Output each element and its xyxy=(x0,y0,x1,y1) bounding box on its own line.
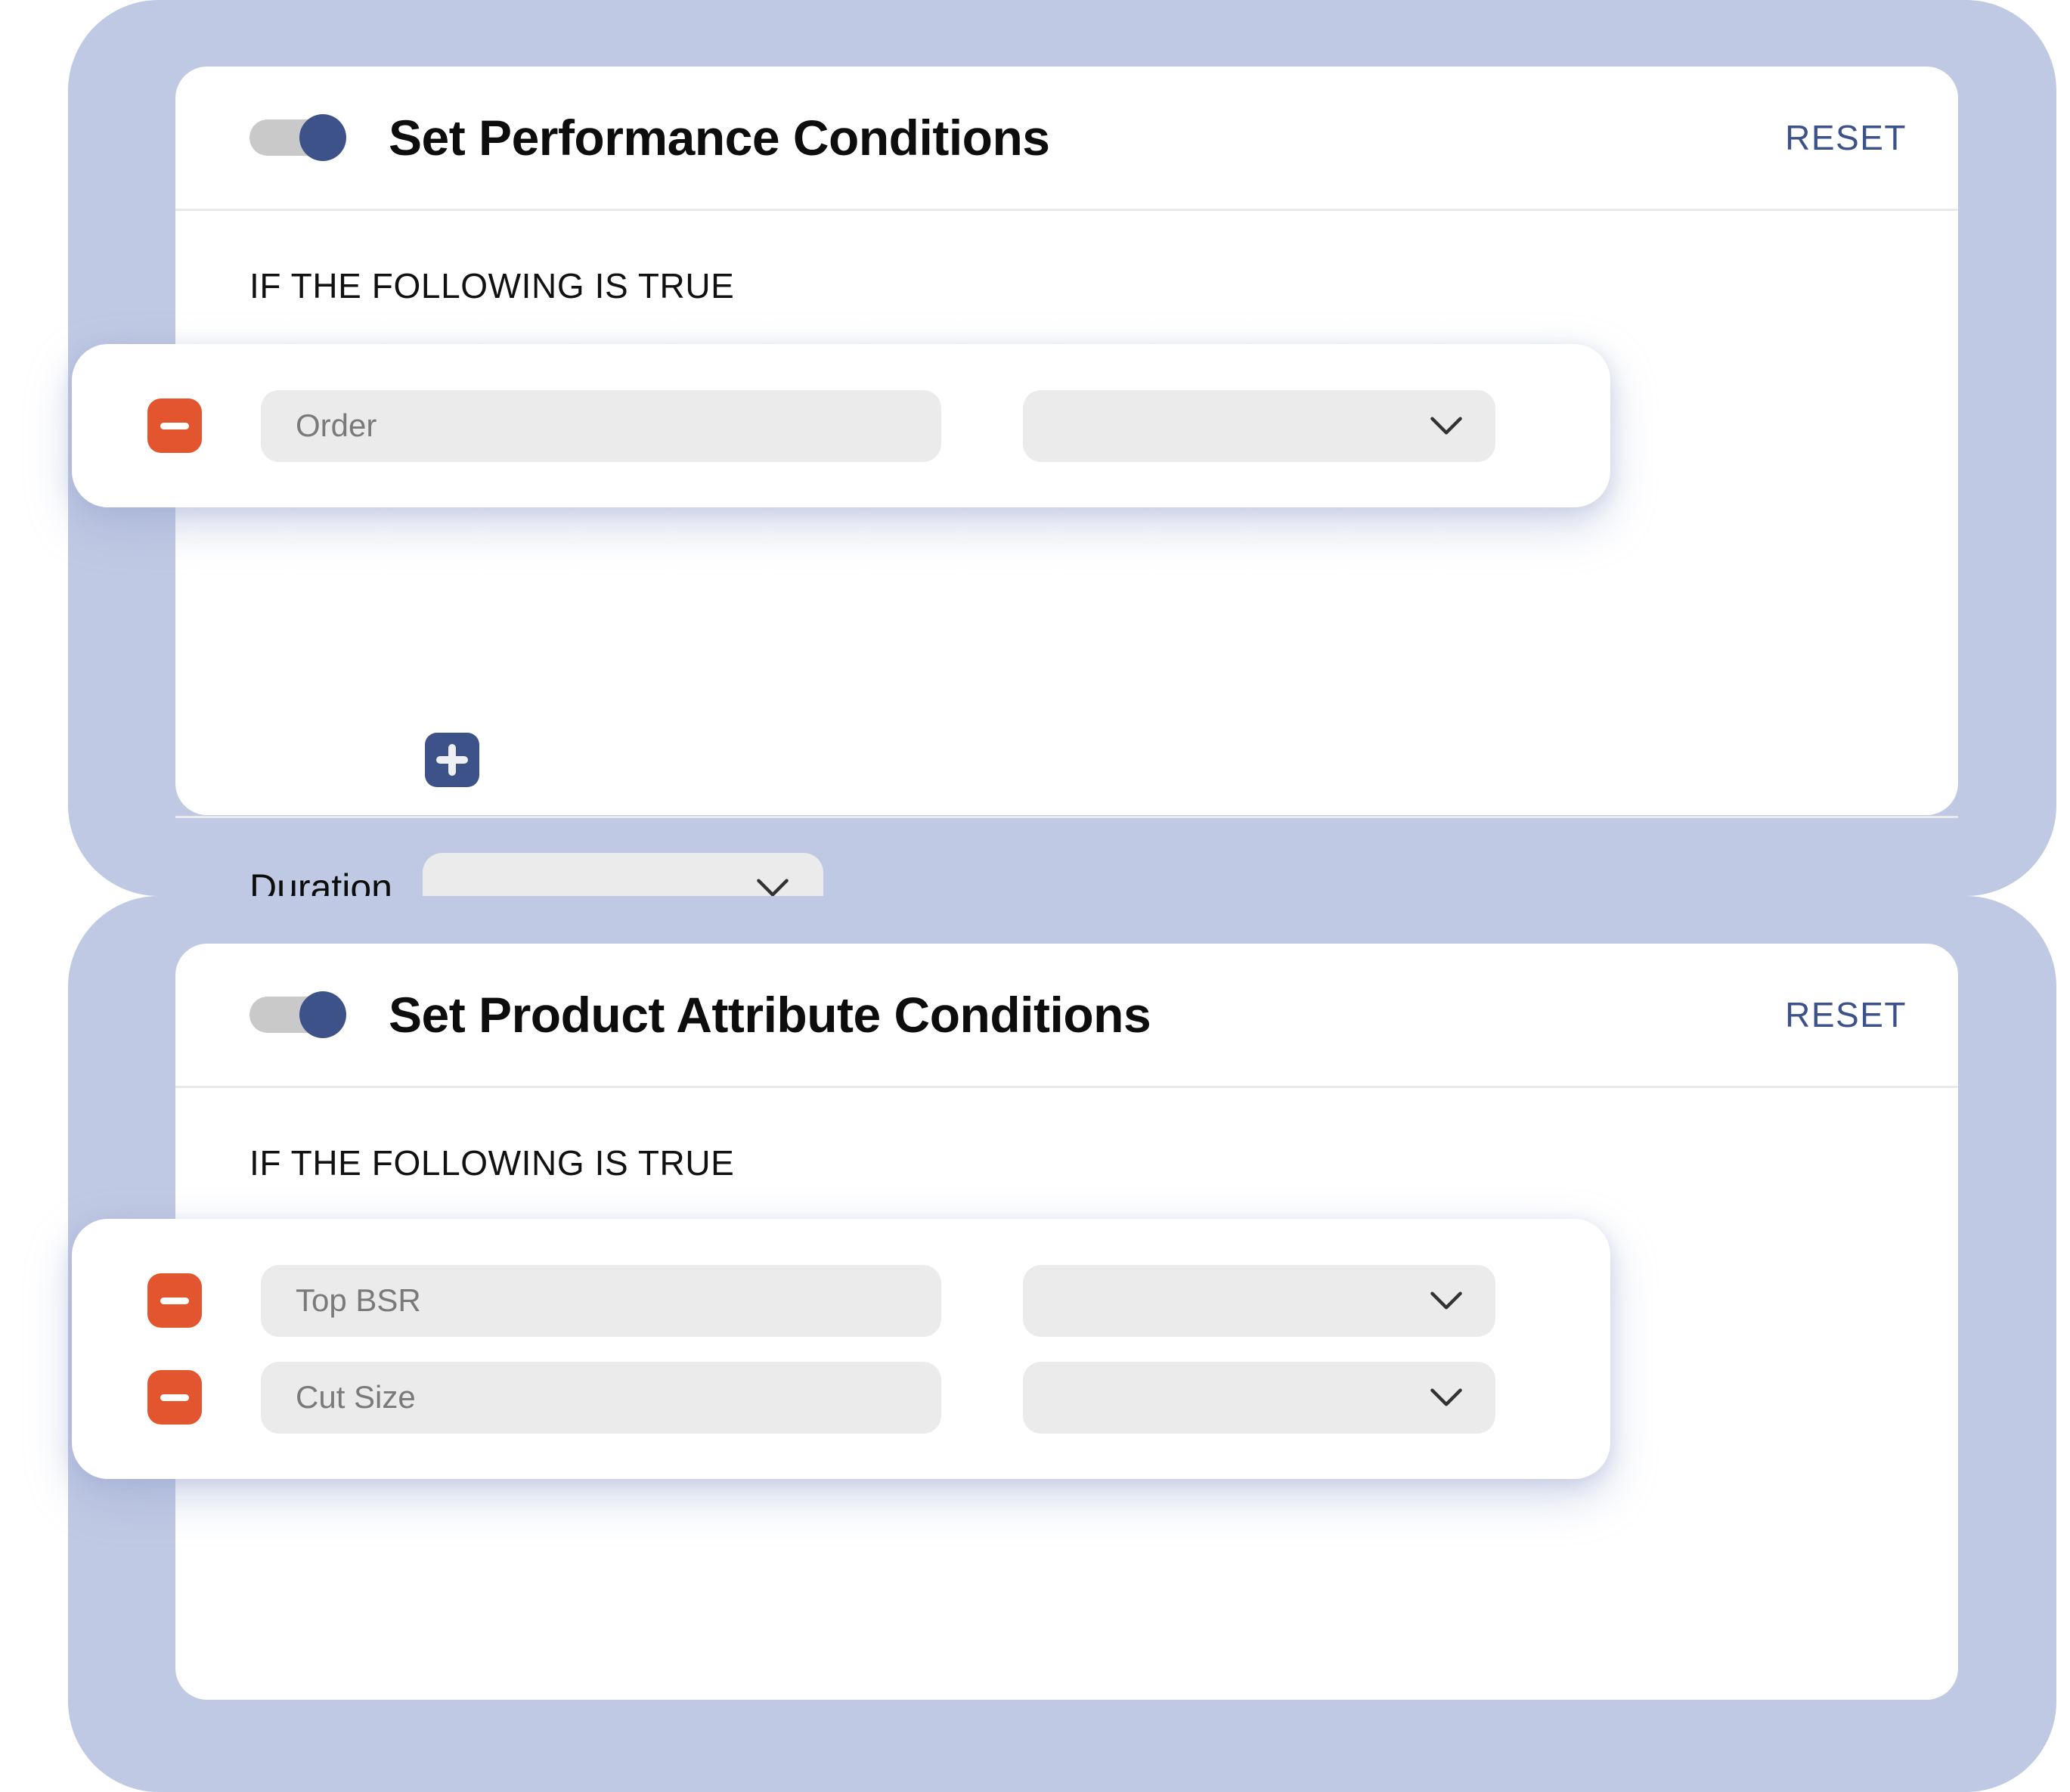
condition-row: Order xyxy=(72,377,1610,474)
page-root: Set Performance Conditions RESET IF THE … xyxy=(0,0,2070,1792)
toggle-product-attribute-conditions[interactable] xyxy=(249,991,346,1038)
condition-field-input[interactable]: Cut Size xyxy=(261,1361,941,1434)
condition-panel-performance: Order xyxy=(72,344,1610,507)
page-title-performance: Set Performance Conditions xyxy=(389,110,1050,166)
condition-operator-select[interactable] xyxy=(1023,1264,1495,1337)
remove-condition-button[interactable] xyxy=(147,1370,202,1425)
condition-field-placeholder: Order xyxy=(296,408,377,443)
toggle-knob-icon xyxy=(299,991,346,1038)
condition-field-input[interactable]: Order xyxy=(261,389,941,462)
condition-field-input[interactable]: Top BSR xyxy=(261,1264,941,1337)
condition-row: Cut Size xyxy=(72,1349,1610,1446)
chevron-down-icon xyxy=(755,878,790,898)
condition-operator-select[interactable] xyxy=(1023,389,1495,462)
card-body-product-attribute: IF THE FOLLOWING IS TRUE xyxy=(175,1088,1958,1211)
toggle-performance-conditions[interactable] xyxy=(249,114,346,161)
condition-field-placeholder: Cut Size xyxy=(296,1379,416,1415)
condition-panel-product-attribute: Top BSR Cut Size xyxy=(72,1219,1610,1479)
condition-operator-select[interactable] xyxy=(1023,1361,1495,1434)
page-title-product-attribute: Set Product Attribute Conditions xyxy=(389,987,1151,1043)
condition-heading-performance: IF THE FOLLOWING IS TRUE xyxy=(249,266,735,305)
condition-heading-product-attribute: IF THE FOLLOWING IS TRUE xyxy=(249,1143,735,1183)
reset-button-performance[interactable]: RESET xyxy=(1785,117,1907,158)
toggle-knob-icon xyxy=(299,114,346,161)
reset-button-product-attribute[interactable]: RESET xyxy=(1785,994,1907,1035)
chevron-down-icon xyxy=(1429,1387,1464,1407)
chevron-down-icon xyxy=(1429,416,1464,436)
chevron-down-icon xyxy=(1429,1291,1464,1310)
add-condition-button-performance[interactable] xyxy=(425,733,479,787)
card-header-product-attribute: Set Product Attribute Conditions RESET xyxy=(175,944,1958,1086)
duration-divider xyxy=(175,816,1958,818)
remove-condition-button[interactable] xyxy=(147,398,202,453)
condition-field-placeholder: Top BSR xyxy=(296,1282,421,1318)
condition-row: Top BSR xyxy=(72,1252,1610,1349)
card-body-performance: IF THE FOLLOWING IS TRUE Duration xyxy=(175,211,1958,922)
remove-condition-button[interactable] xyxy=(147,1273,202,1328)
card-header-performance: Set Performance Conditions RESET xyxy=(175,67,1958,209)
